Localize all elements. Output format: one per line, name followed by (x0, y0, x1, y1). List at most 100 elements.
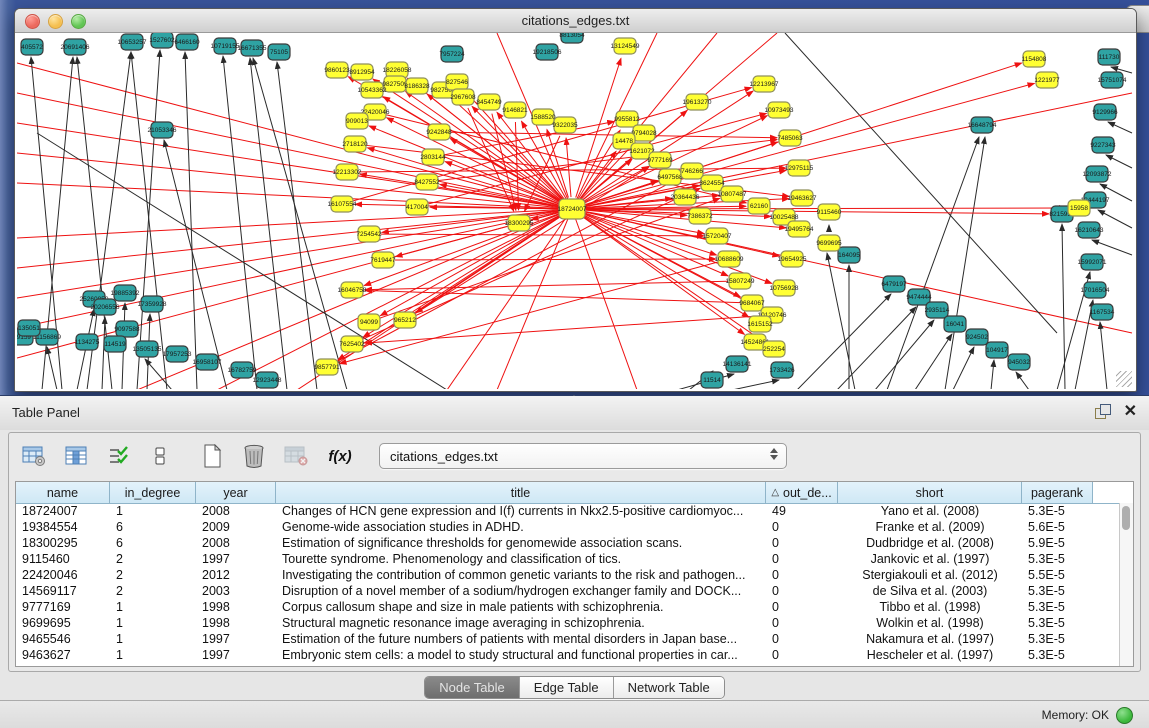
column-visibility-button[interactable] (61, 441, 91, 471)
graph-node[interactable]: 9242848 (426, 124, 452, 140)
graph-node[interactable]: 1221977 (1034, 72, 1060, 88)
table-row[interactable]: 969969511998Structural magnetic resonanc… (16, 615, 1120, 631)
graph-node[interactable]: 16648794 (968, 117, 997, 133)
table-row[interactable]: 1938455462009Genome-wide association stu… (16, 519, 1120, 535)
graph-node[interactable]: 10688609 (715, 251, 744, 267)
table-settings-button[interactable] (19, 441, 49, 471)
column-header-name[interactable]: name (16, 482, 110, 503)
graph-node[interactable]: 10653257 (118, 34, 147, 50)
graph-node[interactable]: 12923448 (253, 372, 282, 388)
graph-node[interactable]: 7619447 (370, 252, 396, 268)
close-panel-icon[interactable]: ✕ (1124, 404, 1137, 419)
graph-node[interactable]: 15807249 (726, 273, 755, 289)
graph-node[interactable]: 9322035 (552, 117, 578, 133)
graph-node[interactable]: 16958107 (193, 354, 222, 370)
graph-node[interactable]: 16782759 (228, 362, 257, 378)
graph-node[interactable]: 19463627 (788, 190, 817, 206)
graph-node[interactable]: 19654925 (778, 251, 807, 267)
scrollbar-thumb[interactable] (1122, 506, 1130, 530)
graph-node[interactable]: 16671355 (238, 40, 267, 56)
graph-node[interactable]: 12213302 (333, 164, 362, 180)
graph-node[interactable]: 13124549 (611, 38, 640, 54)
graph-node[interactable]: 75105 (268, 44, 290, 60)
graph-node[interactable]: 10807487 (718, 186, 747, 202)
table-row[interactable]: 946554611997Estimation of the future num… (16, 631, 1120, 647)
graph-node[interactable]: 7625402 (339, 336, 365, 352)
graph-node[interactable]: 8912954 (349, 64, 375, 80)
graph-node[interactable]: 15992071 (1078, 254, 1107, 270)
graph-node[interactable]: 2935114 (925, 302, 950, 318)
network-window[interactable]: citations_edges.txt 40557220691406106532… (14, 8, 1137, 392)
graph-node[interactable]: 10756928 (770, 280, 799, 296)
graph-node[interactable]: 1527602 (149, 33, 175, 48)
graph-node[interactable]: 945032 (1008, 354, 1030, 370)
graph-node[interactable]: 9857791 (314, 359, 340, 375)
graph-node[interactable]: 15958 (1068, 200, 1090, 216)
window-titlebar[interactable]: citations_edges.txt (15, 9, 1136, 33)
graph-node[interactable]: 10719155 (211, 38, 240, 54)
float-panel-icon[interactable] (1095, 404, 1110, 419)
graph-node[interactable]: 19495764 (785, 221, 814, 237)
graph-node[interactable]: 94099 (358, 314, 380, 330)
table-row[interactable]: 1830029562008Estimation of significance … (16, 535, 1120, 551)
graph-node[interactable]: 15720407 (703, 228, 732, 244)
graph-node[interactable]: 9227343 (1090, 137, 1116, 153)
graph-node[interactable]: 9097588 (114, 321, 140, 337)
graph-node[interactable]: 6466160 (174, 34, 200, 50)
graph-node[interactable]: 9699695 (816, 235, 842, 251)
tab-edge-table[interactable]: Edge Table (520, 677, 614, 698)
graph-node[interactable]: 18724007 (558, 199, 587, 219)
table-selector-dropdown[interactable]: citations_edges.txt (379, 443, 787, 469)
graph-node[interactable]: 9860123 (324, 62, 350, 78)
graph-node[interactable]: 1733426 (769, 362, 795, 378)
graph-node[interactable]: 17359928 (138, 296, 167, 312)
graph-node[interactable]: 6497568 (657, 169, 683, 185)
graph-node[interactable]: 746266 (681, 163, 703, 179)
graph-node[interactable]: 16210643 (1075, 222, 1104, 238)
graph-node[interactable]: 15751074 (1098, 72, 1127, 88)
column-header-year[interactable]: year (196, 482, 276, 503)
graph-node[interactable]: 20364436 (671, 189, 700, 205)
graph-node[interactable]: 12093872 (1083, 166, 1112, 182)
table-row[interactable]: 1872400712008Changes of HCN gene express… (16, 503, 1120, 519)
graph-node[interactable]: 6479197 (881, 276, 907, 292)
graph-node[interactable]: 111730 (1098, 49, 1120, 65)
graph-node[interactable]: 12975115 (785, 160, 814, 176)
graph-node[interactable]: 8186328 (404, 78, 430, 94)
graph-node[interactable]: 10973493 (765, 102, 794, 118)
graph-node[interactable]: 7254542 (356, 226, 382, 242)
graph-node[interactable]: 19613270 (683, 94, 712, 110)
network-canvas[interactable]: 4055722069140610653257152760264661601071… (17, 33, 1134, 389)
graph-node[interactable]: 7485063 (777, 130, 803, 146)
table-row[interactable]: 977716911998Corpus callosum shape and si… (16, 599, 1120, 615)
graph-node[interactable]: 135051 (18, 320, 40, 336)
graph-node[interactable]: 14136141 (723, 356, 752, 372)
graph-node[interactable]: 19218506 (533, 44, 562, 60)
column-header-out_degree[interactable]: △out_de... (766, 482, 838, 503)
graph-node[interactable]: 2967608 (450, 89, 476, 105)
graph-node[interactable]: 9684067 (739, 295, 765, 311)
graph-node[interactable]: 8813054 (559, 33, 585, 43)
graph-node[interactable]: 9146821 (502, 102, 528, 118)
graph-node[interactable]: 1134275 (75, 334, 100, 350)
graph-node[interactable]: 114519 (104, 336, 126, 352)
graph-node[interactable]: 7386372 (687, 208, 713, 224)
column-header-in_degree[interactable]: in_degree (110, 482, 196, 503)
table-row[interactable]: 2242004622012Investigating the contribut… (16, 567, 1120, 583)
graph-node[interactable]: 104917 (986, 342, 1008, 358)
graph-node[interactable]: 2718120 (342, 136, 368, 152)
graph-node[interactable]: 8427552 (414, 174, 440, 190)
row-height-button[interactable] (145, 441, 175, 471)
graph-node[interactable]: 10543362 (358, 82, 387, 98)
graph-node[interactable]: 7957224 (439, 46, 465, 62)
graph-node[interactable]: 21053346 (148, 122, 177, 138)
column-header-title[interactable]: title (276, 482, 766, 503)
graph-node[interactable]: 1167534 (1090, 304, 1115, 320)
select-rows-button[interactable] (103, 441, 133, 471)
function-builder-button[interactable]: f(x) (323, 441, 357, 471)
graph-node[interactable]: 18300295 (505, 215, 534, 231)
graph-node[interactable]: 924502 (966, 329, 988, 345)
tab-network-table[interactable]: Network Table (614, 677, 724, 698)
graph-node[interactable]: 13505135 (133, 341, 162, 357)
graph-node[interactable]: 11514 (701, 372, 723, 388)
